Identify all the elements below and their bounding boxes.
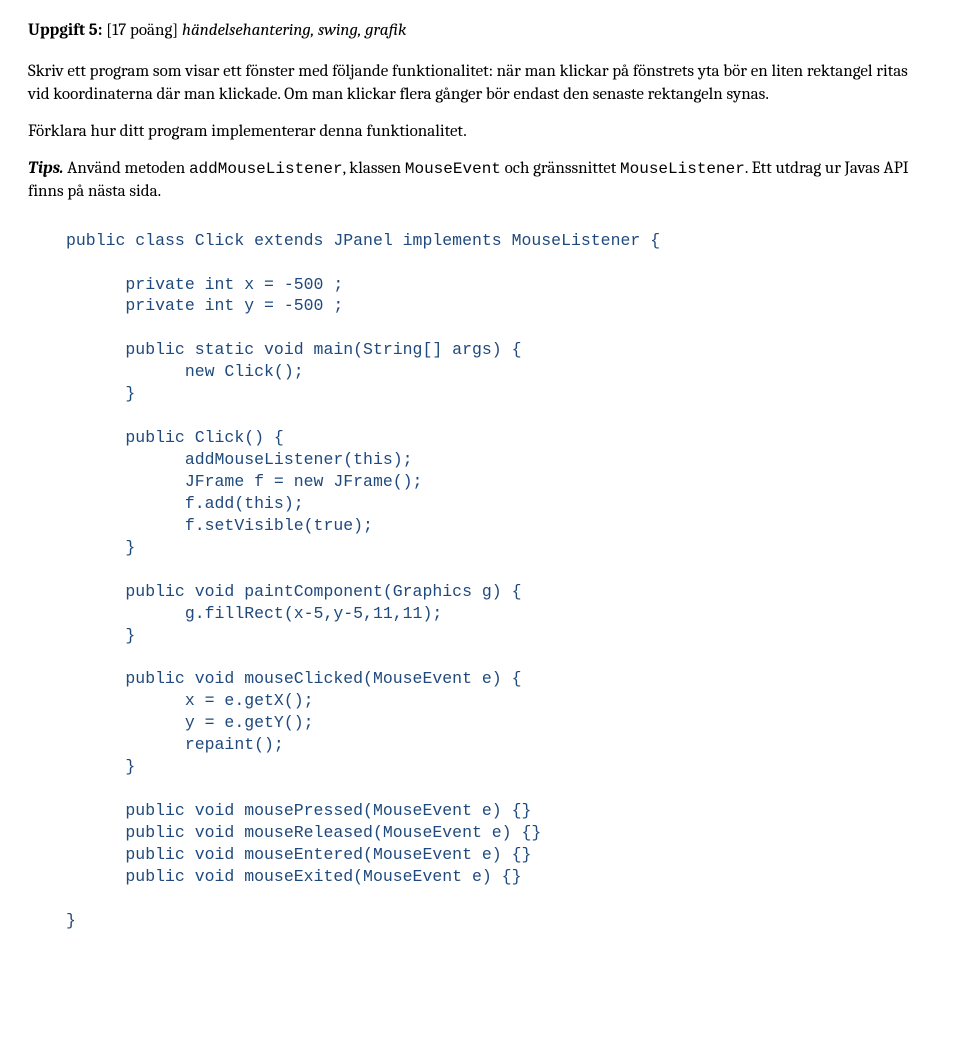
tips-paragraph: Tips. Använd metoden addMouseListener, k…: [28, 158, 910, 204]
task-heading: Uppgift 5: [17 poäng] händelsehantering,…: [28, 20, 910, 43]
tips-label: Tips.: [28, 159, 63, 178]
tips-text-3: och gränssnittet: [501, 159, 620, 178]
tips-code-2: MouseEvent: [405, 160, 501, 178]
code-listing: public class Click extends JPanel implem…: [66, 230, 910, 932]
tips-text-1: Använd metoden: [63, 159, 189, 178]
tips-code-3: MouseListener: [620, 160, 745, 178]
tips-text-2: , klassen: [343, 159, 405, 178]
task-label: Uppgift 5:: [28, 21, 102, 40]
paragraph-2: Förklara hur ditt program implementerar …: [28, 121, 910, 144]
task-topics-text: händelsehantering, swing, grafik: [182, 21, 406, 40]
tips-code-1: addMouseListener: [189, 160, 343, 178]
paragraph-1: Skriv ett program som visar ett fönster …: [28, 61, 910, 107]
task-points: [17 poäng]: [106, 21, 178, 40]
